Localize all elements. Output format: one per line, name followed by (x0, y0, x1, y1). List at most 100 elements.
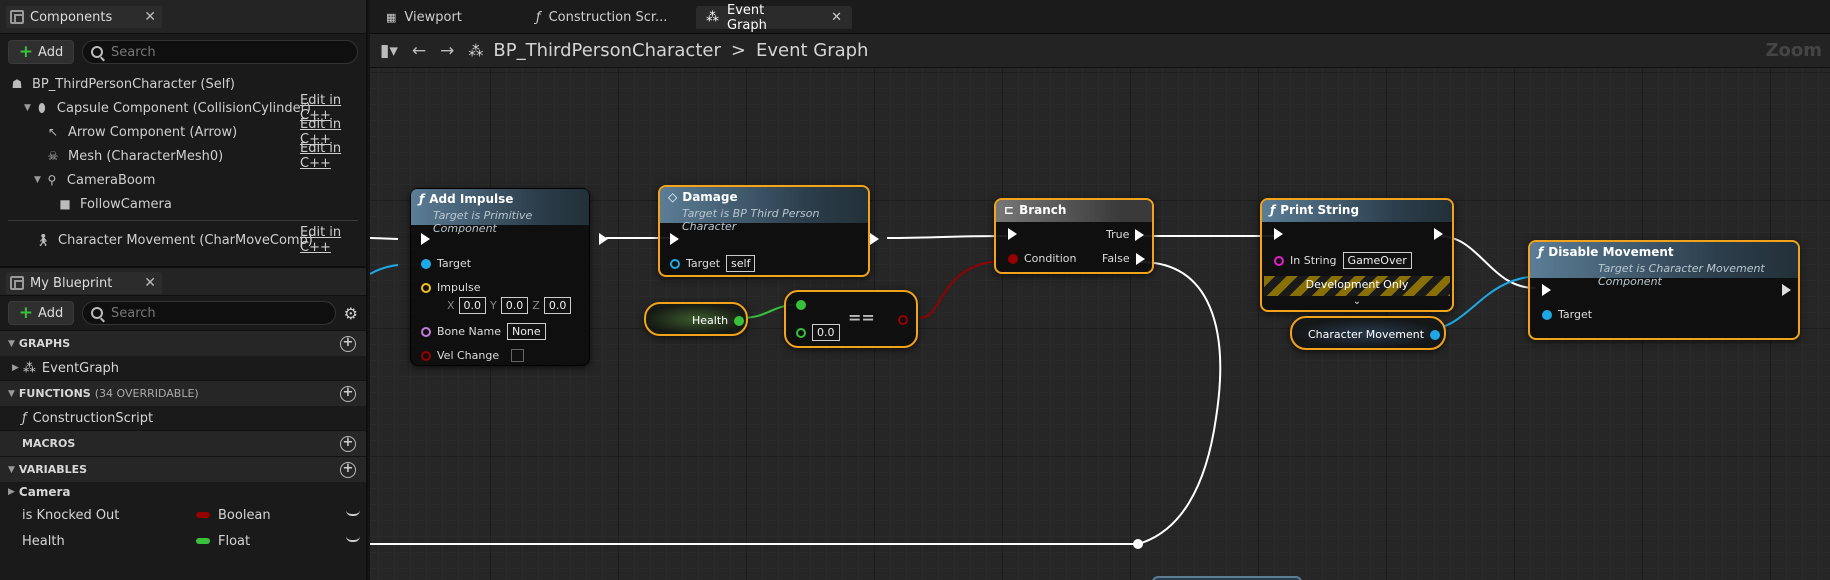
collapse-arrow-icon: ▼ (8, 388, 15, 399)
add-circle-icon[interactable]: + (340, 386, 356, 402)
b-value-field[interactable]: 0.0 (812, 324, 840, 341)
condition-pin[interactable]: Condition (1008, 252, 1077, 265)
x-label: X (447, 299, 455, 312)
node-branch[interactable]: ⊏ Branch True Condition False (994, 198, 1154, 274)
component-cameraboom[interactable]: ▼ ⚲ CameraBoom (34, 169, 155, 191)
eye-closed-icon[interactable] (346, 510, 360, 516)
character-movement-out-pin[interactable]: Character Movement (1308, 328, 1441, 341)
node-print-string[interactable]: ƒ Print String In String GameOver Developm… (1260, 198, 1454, 312)
exec-out-pin[interactable] (1782, 284, 1791, 296)
exec-out-pin[interactable] (870, 233, 879, 245)
close-icon[interactable]: ✕ (144, 9, 156, 25)
variable-health[interactable]: Health Float (0, 528, 366, 554)
components-search-input[interactable]: Search (82, 40, 358, 64)
edit-in-cpp-link[interactable]: Edit in C++ (300, 225, 364, 255)
component-followcamera[interactable]: ■ FollowCamera (58, 193, 171, 215)
impulse-pin[interactable]: Impulse (421, 281, 480, 294)
eye-closed-icon[interactable] (346, 536, 360, 542)
a-pin[interactable] (796, 300, 806, 310)
tab-viewport[interactable]: ▦ Viewport (376, 6, 472, 29)
tab-label: Event Graph (727, 2, 767, 33)
health-out-pin[interactable]: Health (692, 314, 745, 327)
offscreen-node[interactable] (1152, 576, 1302, 580)
add-label: Add (38, 44, 64, 60)
vel-change-checkbox[interactable] (511, 349, 525, 362)
blueprint-search-input[interactable]: Search (82, 301, 336, 325)
breadcrumb-blueprint[interactable]: BP_ThirdPersonCharacter (493, 40, 720, 61)
tab-event-graph[interactable]: ⁂ Event Graph ✕ (696, 3, 852, 33)
exec-in-pin[interactable] (670, 233, 679, 245)
variable-is-knocked-out[interactable]: is Knocked Out Boolean (0, 502, 366, 528)
my-blueprint-tab[interactable]: My Blueprint ✕ (6, 272, 162, 294)
forward-arrow-icon[interactable]: → (440, 41, 454, 61)
macros-section[interactable]: MACROS + (0, 430, 366, 456)
exec-in-pin[interactable] (1274, 228, 1283, 240)
edit-in-cpp-link[interactable]: Edit in C++ (300, 141, 364, 171)
impulse-y-field[interactable]: 0.0 (500, 297, 529, 314)
target-pin[interactable]: Target self (670, 255, 756, 272)
exec-out-pin[interactable] (599, 233, 608, 245)
true-pin[interactable]: True (1106, 228, 1145, 241)
result-pin[interactable] (898, 315, 908, 325)
graphs-section[interactable]: ▼ GRAPHS + (0, 330, 366, 356)
add-member-button[interactable]: + Add (8, 301, 74, 325)
expand-chevron-icon[interactable]: ⌄ (1262, 296, 1452, 307)
functions-section[interactable]: ▼ FUNCTIONS (34 OVERRIDABLE) + (0, 380, 366, 406)
function-item-constructionscript[interactable]: ƒ ConstructionScript (0, 406, 366, 430)
node-equals[interactable]: 0.0 == (784, 290, 918, 348)
b-pin[interactable]: 0.0 (796, 324, 840, 341)
node-damage[interactable]: ◇ Damage Target is BP Third Person Charact… (658, 185, 879, 277)
item-label: ConstructionScript (32, 410, 154, 426)
component-arrow[interactable]: ↖ Arrow Component (Arrow) Edit in C++ (46, 117, 364, 147)
exec-in-pin[interactable] (421, 233, 430, 245)
false-pin[interactable]: False (1102, 252, 1145, 265)
add-circle-icon[interactable]: + (340, 436, 356, 452)
collapse-arrow-icon: ▼ (24, 103, 31, 113)
back-arrow-icon[interactable]: ← (412, 41, 426, 61)
in-string-field[interactable]: GameOver (1342, 252, 1412, 269)
close-icon[interactable]: ✕ (144, 275, 156, 291)
exec-in-pin[interactable] (1008, 228, 1017, 240)
add-circle-icon[interactable]: + (340, 336, 356, 352)
target-pin[interactable]: Target (1542, 308, 1592, 321)
node-add-impulse[interactable]: ƒ Add Impulse Target is Primitive Componen… (410, 188, 608, 366)
node-get-character-movement[interactable]: Character Movement (1290, 316, 1446, 350)
branch-icon: ⊏ (1004, 203, 1015, 217)
vel-change-pin[interactable]: Vel Change (421, 349, 525, 362)
close-icon[interactable]: ✕ (831, 10, 842, 25)
viewport-icon: ▦ (386, 11, 397, 24)
component-label: BP_ThirdPersonCharacter (Self) (32, 76, 235, 92)
impulse-z-field[interactable]: 0.0 (543, 297, 572, 314)
bone-name-pin[interactable]: Bone Name None (421, 323, 546, 340)
plus-icon: + (18, 302, 34, 323)
components-toolbar: + Add Search (0, 34, 366, 70)
breadcrumb-graph[interactable]: Event Graph (756, 40, 869, 61)
float-pin-icon (734, 315, 745, 326)
variables-section[interactable]: ▼ VARIABLES + (0, 456, 366, 482)
variable-category-camera[interactable]: ▶ Camera (0, 482, 366, 502)
exec-in-pin[interactable] (1542, 284, 1551, 296)
component-root[interactable]: ☗ BP_ThirdPersonCharacter (Self) (10, 73, 235, 95)
bone-name-field[interactable]: None (506, 323, 546, 340)
graph-icon: ⁂ (22, 360, 36, 376)
function-icon: ƒ (536, 10, 541, 25)
in-string-pin[interactable]: In String GameOver (1274, 252, 1412, 269)
impulse-x-field[interactable]: 0.0 (458, 297, 487, 314)
event-graph-canvas[interactable]: ƒ Add Impulse Target is Primitive Componen… (370, 68, 1830, 580)
components-tab[interactable]: Components ✕ (6, 6, 162, 28)
graph-item-eventgraph[interactable]: ▶ ⁂ EventGraph (0, 356, 366, 380)
node-disable-movement[interactable]: ƒ Disable Movement Target is Character Mov… (1528, 240, 1800, 340)
tab-construction-script[interactable]: ƒ Construction Scr... (526, 6, 677, 29)
bool-type-pill (196, 512, 210, 518)
component-mesh[interactable]: ☠ Mesh (CharacterMesh0) Edit in C++ (46, 141, 364, 171)
gear-icon[interactable]: ⚙ (344, 304, 358, 323)
node-get-health[interactable]: Health (644, 302, 748, 336)
component-capsule[interactable]: ▼ ⬮ Capsule Component (CollisionCylinder) E… (24, 93, 364, 123)
component-character-movement[interactable]: 🚶︎ Character Movement (CharMoveComp) Edit … (35, 225, 364, 255)
add-circle-icon[interactable]: + (340, 462, 356, 478)
add-component-button[interactable]: + Add (8, 40, 74, 64)
target-pin[interactable]: Target (421, 257, 471, 270)
bookmark-icon[interactable]: ▮▾ (380, 41, 398, 61)
target-value-field[interactable]: self (726, 255, 756, 272)
exec-out-pin[interactable] (1434, 228, 1443, 240)
